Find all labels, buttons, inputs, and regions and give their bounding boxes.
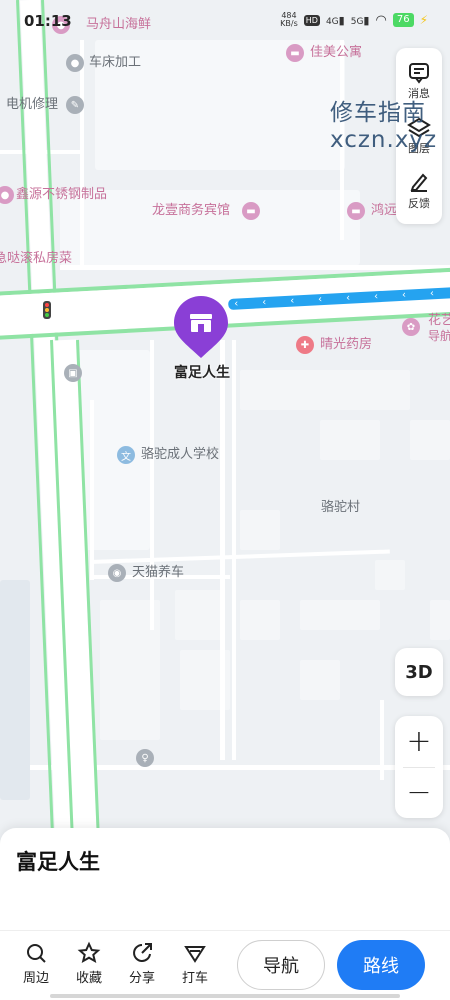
network-speed: 484 KB/s: [280, 11, 298, 28]
place-title: 富足人生: [16, 850, 100, 874]
hotel-icon[interactable]: ▬: [286, 44, 304, 62]
status-time: 01:13: [24, 12, 72, 30]
zoom-out-button[interactable]: −: [395, 768, 443, 819]
poi-private-kitchen[interactable]: 急哒滚私房菜: [0, 251, 72, 267]
hotel-icon[interactable]: ▬: [347, 202, 365, 220]
route-button[interactable]: 路线: [337, 940, 425, 990]
bus-stop-icon[interactable]: ▣: [64, 364, 82, 382]
signal-4g-icon: 4G▮: [325, 13, 345, 27]
hd-badge: HD: [303, 14, 320, 26]
messages-button[interactable]: 消息: [407, 61, 431, 101]
restroom-icon[interactable]: ♀: [136, 749, 154, 767]
zoom-control: + −: [395, 716, 443, 818]
taxi-icon: [184, 946, 206, 963]
message-icon: [409, 63, 429, 84]
status-icons: 484 KB/s HD 4G▮ 5G▮ ◠ 76 ⚡: [280, 12, 428, 28]
share-icon: [133, 943, 152, 962]
nearby-button[interactable]: 周边: [14, 941, 58, 986]
map-side-panel: 消息 图层 反馈: [396, 48, 442, 224]
place-detail-sheet[interactable]: 富足人生 周边 收藏 分享 打车 导航 路线: [0, 828, 450, 1000]
taxi-button[interactable]: 打车: [173, 941, 217, 986]
wrench-icon[interactable]: ✎: [66, 96, 84, 114]
star-icon: [77, 941, 101, 964]
poi-stainless[interactable]: 鑫源不锈钢制品: [16, 187, 107, 203]
battery-icon: 76: [392, 13, 414, 27]
car-icon[interactable]: ◉: [108, 564, 126, 582]
poi-motor-repair[interactable]: 电机修理: [6, 97, 58, 113]
share-button[interactable]: 分享: [120, 941, 164, 986]
status-bar: 01:13 484 KB/s HD 4G▮ 5G▮ ◠ 76 ⚡: [0, 0, 450, 44]
edit-icon: [410, 173, 428, 192]
poi-adult-school[interactable]: 骆驼成人学校: [141, 447, 219, 463]
poi-apartment[interactable]: 佳美公寓: [310, 45, 362, 61]
feedback-button[interactable]: 反馈: [407, 171, 431, 211]
school-icon[interactable]: 文: [117, 446, 135, 464]
poi-lathe[interactable]: 车床加工: [89, 55, 141, 71]
map-canvas[interactable]: ‹‹‹‹‹‹‹‹‹ ● 马舟山海鲜 ● 车床加工 ▬ 佳美公寓 电机修理 ✎ ●…: [0, 0, 450, 860]
hotel-icon[interactable]: ▬: [242, 202, 260, 220]
poi-village[interactable]: 骆驼村: [321, 500, 360, 516]
poi-car-care[interactable]: 天猫养车: [132, 565, 184, 581]
charging-icon: ⚡: [419, 13, 428, 27]
location-pin-icon[interactable]: ●: [66, 54, 84, 72]
traffic-light-icon: [43, 301, 51, 319]
3d-toggle-button[interactable]: 3D: [395, 648, 443, 696]
poi-hotel[interactable]: 龙壹商务宾馆: [152, 203, 230, 219]
poi-hongyuan[interactable]: 鸿远: [371, 203, 397, 219]
favorite-button[interactable]: 收藏: [67, 941, 111, 986]
pharmacy-icon[interactable]: ✚: [296, 336, 314, 354]
home-indicator: [50, 994, 400, 998]
selected-place-label[interactable]: 富足人生: [152, 362, 252, 382]
poi-huayi[interactable]: 花艺: [428, 313, 450, 329]
selected-place-pin[interactable]: [172, 294, 230, 360]
store-icon: [190, 314, 212, 332]
flower-icon[interactable]: ✿: [402, 318, 420, 336]
signal-5g-icon: 5G▮: [350, 13, 370, 27]
shop-icon[interactable]: ●: [0, 186, 14, 204]
poi-daohang[interactable]: 导航: [428, 328, 450, 344]
zoom-in-button[interactable]: +: [395, 716, 443, 767]
navigate-button[interactable]: 导航: [237, 940, 325, 990]
layers-icon: [407, 117, 431, 138]
wifi-icon: ◠: [375, 12, 387, 28]
poi-pharmacy[interactable]: 晴光药房: [320, 337, 372, 353]
search-icon: [27, 944, 46, 963]
layers-button[interactable]: 图层: [407, 116, 431, 156]
